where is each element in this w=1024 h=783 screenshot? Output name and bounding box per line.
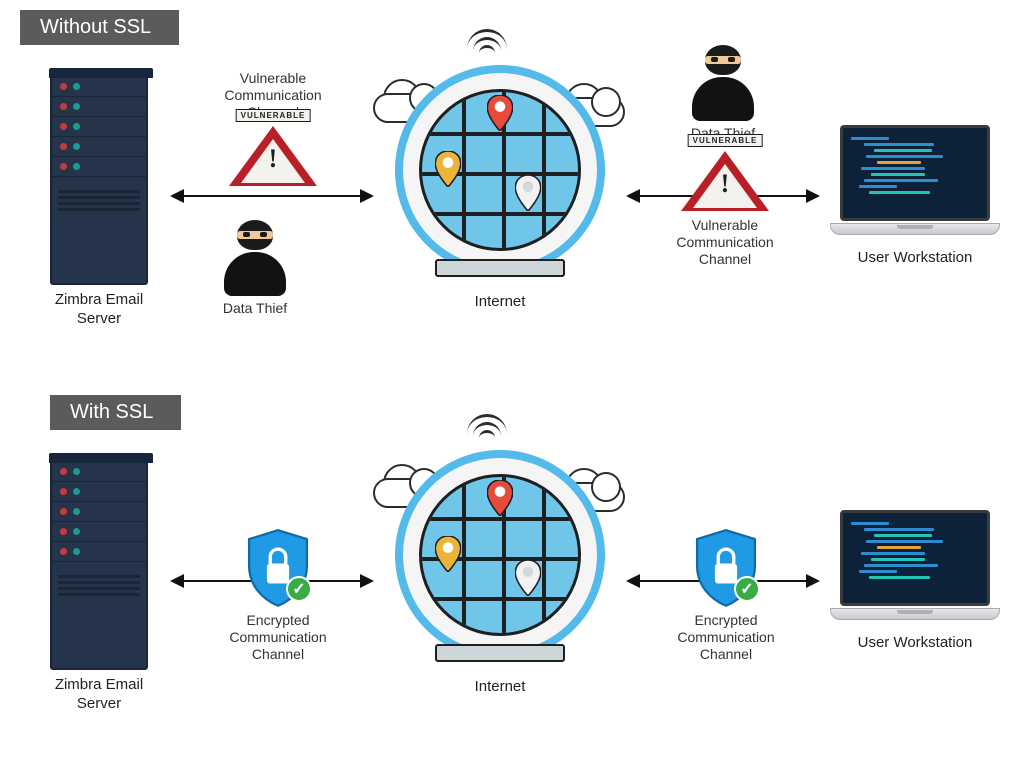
server-node-2: Zimbra Email Server: [50, 460, 148, 714]
server-node: Zimbra Email Server: [50, 75, 148, 329]
server-label-2: Zimbra Email Server: [50, 676, 148, 714]
thief-label-left: Data Thief: [220, 300, 290, 317]
workstation-node: User Workstation: [830, 125, 1000, 268]
check-badge-icon: ✓: [286, 576, 312, 602]
internet-label: Internet: [395, 293, 605, 312]
thief-right: Data Thief: [688, 45, 758, 142]
row-without-ssl: Zimbra Email Server Vulnerable Communica…: [0, 55, 1024, 375]
vulnerable-channel-left: Vulnerable Communication Channel !VULNER…: [208, 70, 338, 186]
encrypted-channel-left: ✓ Encrypted Communication Channel: [218, 528, 338, 662]
globe-internet-icon: [395, 450, 605, 660]
warning-triangle-icon: !VULNERABLE: [224, 126, 322, 186]
map-pin-icon: [435, 151, 461, 187]
encrypted-label-right: Encrypted Communication Channel: [666, 612, 786, 662]
server-rack-icon: [50, 460, 148, 670]
data-thief-icon: [688, 45, 758, 125]
warning-triangle-icon: !VULNERABLE: [676, 151, 774, 211]
map-pin-icon: [487, 480, 513, 516]
row-with-ssl: Zimbra Email Server ✓ Encrypted Communic…: [0, 440, 1024, 760]
section-title-with: With SSL: [50, 395, 181, 430]
shield-lock-icon: ✓: [242, 528, 314, 608]
encrypted-label-left: Encrypted Communication Channel: [218, 612, 338, 662]
encrypted-channel-right: ✓ Encrypted Communication Channel: [666, 528, 786, 662]
map-pin-icon: [515, 560, 541, 596]
vulnerable-channel-right: !VULNERABLE Vulnerable Communication Cha…: [660, 151, 790, 267]
vulnerable-badge: VULNERABLE: [236, 109, 311, 122]
internet-node-2: Internet: [395, 450, 605, 697]
map-pin-icon: [515, 175, 541, 211]
map-pin-icon: [435, 536, 461, 572]
vulnerable-label-right: Vulnerable Communication Channel: [660, 217, 790, 267]
internet-label-2: Internet: [395, 678, 605, 697]
workstation-node-2: User Workstation: [830, 510, 1000, 653]
workstation-label-2: User Workstation: [830, 634, 1000, 653]
arrow-server-internet: [172, 195, 372, 197]
map-pin-icon: [487, 95, 513, 131]
thief-left: Data Thief: [220, 220, 290, 317]
data-thief-icon: [220, 220, 290, 300]
laptop-code-icon: [830, 125, 1000, 243]
workstation-label: User Workstation: [830, 249, 1000, 268]
section-title-without: Without SSL: [20, 10, 179, 45]
vulnerable-badge: VULNERABLE: [688, 134, 763, 147]
check-badge-icon: ✓: [734, 576, 760, 602]
globe-internet-icon: [395, 65, 605, 275]
server-rack-icon: [50, 75, 148, 285]
server-label: Zimbra Email Server: [50, 291, 148, 329]
internet-node: Internet: [395, 65, 605, 312]
laptop-code-icon: [830, 510, 1000, 628]
shield-lock-icon: ✓: [690, 528, 762, 608]
